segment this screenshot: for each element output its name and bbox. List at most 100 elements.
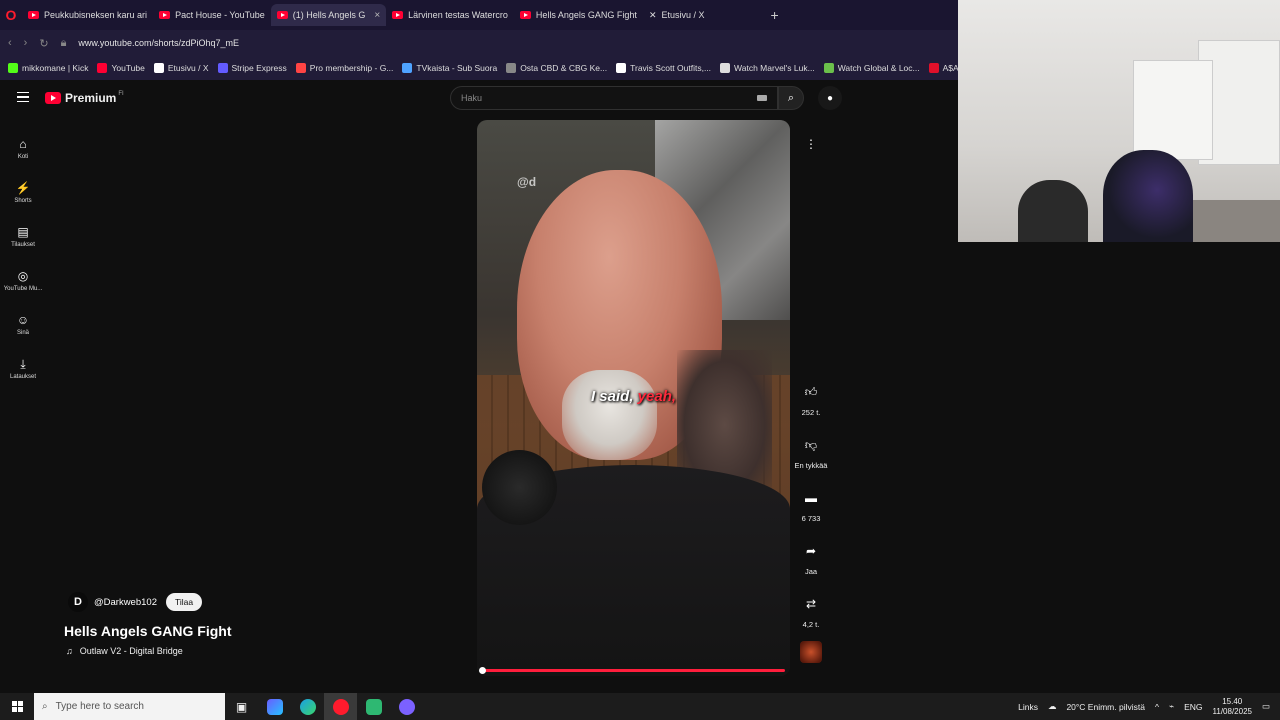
reload-icon[interactable]: ↻ bbox=[39, 37, 48, 50]
tab-1[interactable]: Peukkubisneksen karu ari bbox=[22, 4, 153, 26]
progress-scrubber[interactable] bbox=[479, 667, 486, 674]
bookmark-label: Osta CBD & CBG Ke... bbox=[520, 63, 608, 73]
back-icon[interactable]: ‹ bbox=[8, 37, 12, 49]
tab-2[interactable]: Pact House - YouTube bbox=[153, 4, 271, 26]
app-icon-1[interactable] bbox=[258, 693, 291, 720]
like-action[interactable]: 👍︎ 252 t. bbox=[792, 380, 830, 433]
tab-6[interactable]: ✕ Etusivu / X bbox=[643, 4, 711, 26]
tab-bar: O Peukkubisneksen karu ari Pact House - … bbox=[0, 0, 958, 30]
chevron-up-icon[interactable]: ^ bbox=[1155, 702, 1159, 712]
bookmark-item[interactable]: Etusivu / X bbox=[153, 63, 209, 73]
youtube-header: Premium FI Haku ⌕ ● bbox=[0, 80, 958, 116]
notifications-icon[interactable]: ▭ bbox=[1262, 701, 1270, 712]
youtube-favicon-icon bbox=[392, 11, 404, 19]
bookmark-label: TVkaista - Sub Suora bbox=[416, 63, 498, 73]
guide-item-lataukset[interactable]: ⤓ Lataukset bbox=[0, 346, 46, 390]
clock[interactable]: 15.40 11/08/2025 bbox=[1213, 697, 1252, 717]
discord-icon[interactable] bbox=[390, 693, 423, 720]
opera-icon[interactable] bbox=[324, 693, 357, 720]
share-icon[interactable]: ➦ bbox=[799, 539, 823, 563]
kitchen-cabinet bbox=[1133, 60, 1213, 160]
weather-text[interactable]: 20°C Enimm. pilvistä bbox=[1066, 702, 1145, 712]
task-view-icon[interactable]: ▣ bbox=[225, 693, 258, 720]
remix-action[interactable]: ⇄ 4,2 t. bbox=[792, 592, 830, 645]
bookmark-label: YouTube bbox=[111, 63, 145, 73]
bookmark-favicon-icon bbox=[153, 63, 164, 73]
comment-icon[interactable]: ▬ bbox=[799, 486, 823, 510]
links-toolbar[interactable]: Links bbox=[1018, 702, 1038, 712]
youtube-favicon-icon bbox=[28, 11, 39, 19]
bookmark-item[interactable]: Stripe Express bbox=[217, 63, 287, 73]
youtube-favicon-icon bbox=[276, 11, 288, 19]
search-button[interactable]: ⌕ bbox=[778, 86, 804, 110]
search-placeholder: Haku bbox=[461, 93, 483, 103]
youtube-favicon-icon bbox=[519, 11, 531, 19]
search-input[interactable]: Haku bbox=[450, 86, 778, 110]
channel-handle[interactable]: @Darkweb102 bbox=[94, 597, 157, 608]
close-tab-icon[interactable]: × bbox=[374, 10, 380, 21]
bookmark-favicon-icon bbox=[217, 63, 228, 73]
opera-logo-icon[interactable]: O bbox=[0, 0, 22, 30]
music-icon: ◎ bbox=[17, 268, 29, 283]
tab-3-active[interactable]: (1) Hells Angels G × bbox=[270, 4, 387, 26]
empty-area bbox=[958, 242, 1280, 693]
bookmark-item[interactable]: Watch Global & Loc... bbox=[823, 63, 920, 73]
video-progress-bar[interactable] bbox=[482, 669, 785, 672]
forward-icon[interactable]: › bbox=[24, 37, 28, 49]
sound-thumbnail[interactable] bbox=[800, 641, 822, 663]
guide-item-shorts[interactable]: ⚡ Shorts bbox=[0, 170, 46, 214]
caption-word: I said, bbox=[590, 388, 634, 405]
bookmark-item[interactable]: Watch Marvel's Luk... bbox=[720, 63, 815, 73]
taskbar-search[interactable]: ⌕ Type here to search bbox=[34, 693, 225, 720]
start-button[interactable] bbox=[0, 693, 34, 720]
guide-item-label: Sinä bbox=[16, 329, 29, 336]
comments-action[interactable]: ▬ 6 733 bbox=[792, 486, 830, 539]
app-icon-2[interactable] bbox=[357, 693, 390, 720]
menu-icon[interactable] bbox=[17, 92, 29, 102]
tab-label: Pact House - YouTube bbox=[175, 10, 265, 20]
edge-icon[interactable] bbox=[291, 693, 324, 720]
network-icon[interactable]: ⌁ bbox=[1169, 701, 1174, 712]
voice-search-button[interactable]: ● bbox=[818, 86, 842, 110]
thumbs-down-icon[interactable]: 👎︎ bbox=[799, 433, 823, 457]
microphone-icon: ● bbox=[826, 92, 834, 104]
bookmark-item[interactable]: mikkomane | Kick bbox=[8, 63, 88, 73]
shorts-video-player[interactable]: @d I said, yeah, bbox=[477, 120, 790, 676]
guide-item-sinä[interactable]: ☺ Sinä bbox=[0, 302, 46, 346]
thumbs-up-icon[interactable]: 👍︎ bbox=[799, 380, 823, 404]
url-field[interactable]: www.youtube.com/shorts/zdPiOhq7_mE bbox=[78, 38, 239, 48]
youtube-premium-logo[interactable]: Premium FI bbox=[45, 91, 124, 105]
new-tab-icon[interactable]: + bbox=[771, 7, 779, 23]
music-note-icon: ♫ bbox=[66, 646, 73, 656]
bookmark-favicon-icon bbox=[616, 63, 627, 73]
guide-item-koti[interactable]: ⌂ Koti bbox=[0, 126, 46, 170]
tab-4[interactable]: Lärvinen testas Watercro bbox=[386, 4, 514, 26]
screen: O Peukkubisneksen karu ari Pact House - … bbox=[0, 0, 1280, 720]
music-link[interactable]: ♫ Outlaw V2 - Digital Bridge bbox=[66, 646, 183, 656]
remix-icon[interactable]: ⇄ bbox=[799, 592, 823, 616]
bookmark-label: Etusivu / X bbox=[167, 63, 209, 73]
bookmark-item[interactable]: Pro membership - G... bbox=[295, 63, 393, 73]
person-with-headphones bbox=[1103, 150, 1193, 242]
search-icon: ⌕ bbox=[787, 91, 795, 104]
guide-item-tilaukset[interactable]: ▤ Tilaukset bbox=[0, 214, 46, 258]
video-title[interactable]: Hells Angels GANG Fight bbox=[64, 623, 232, 639]
x-favicon-icon: ✕ bbox=[648, 9, 657, 20]
language-indicator[interactable]: ENG bbox=[1184, 702, 1202, 712]
guide-item-youtube-mu-[interactable]: ◎ YouTube Mu... bbox=[0, 258, 46, 302]
share-action[interactable]: ➦ Jaa bbox=[792, 539, 830, 592]
video-caption: I said, yeah, bbox=[477, 388, 790, 405]
bookmark-item[interactable]: A$AP ROCKY x PU... bbox=[928, 63, 958, 73]
tab-5[interactable]: Hells Angels GANG Fight bbox=[514, 4, 643, 26]
subscribe-button[interactable]: Tilaa bbox=[165, 593, 203, 611]
bookmark-item[interactable]: YouTube bbox=[97, 63, 145, 73]
bookmark-item[interactable]: Osta CBD & CBG Ke... bbox=[506, 63, 607, 73]
bookmark-label: Travis Scott Outfits,... bbox=[630, 63, 712, 73]
channel-avatar[interactable]: D bbox=[68, 592, 88, 612]
dislike-action[interactable]: 👎︎ En tykkää bbox=[792, 433, 830, 486]
more-options-icon[interactable]: ⋮ bbox=[801, 134, 821, 154]
bookmark-item[interactable]: Travis Scott Outfits,... bbox=[616, 63, 711, 73]
keyboard-icon[interactable] bbox=[757, 95, 767, 101]
music-track: Outlaw V2 - Digital Bridge bbox=[79, 646, 183, 656]
bookmark-item[interactable]: TVkaista - Sub Suora bbox=[402, 63, 497, 73]
